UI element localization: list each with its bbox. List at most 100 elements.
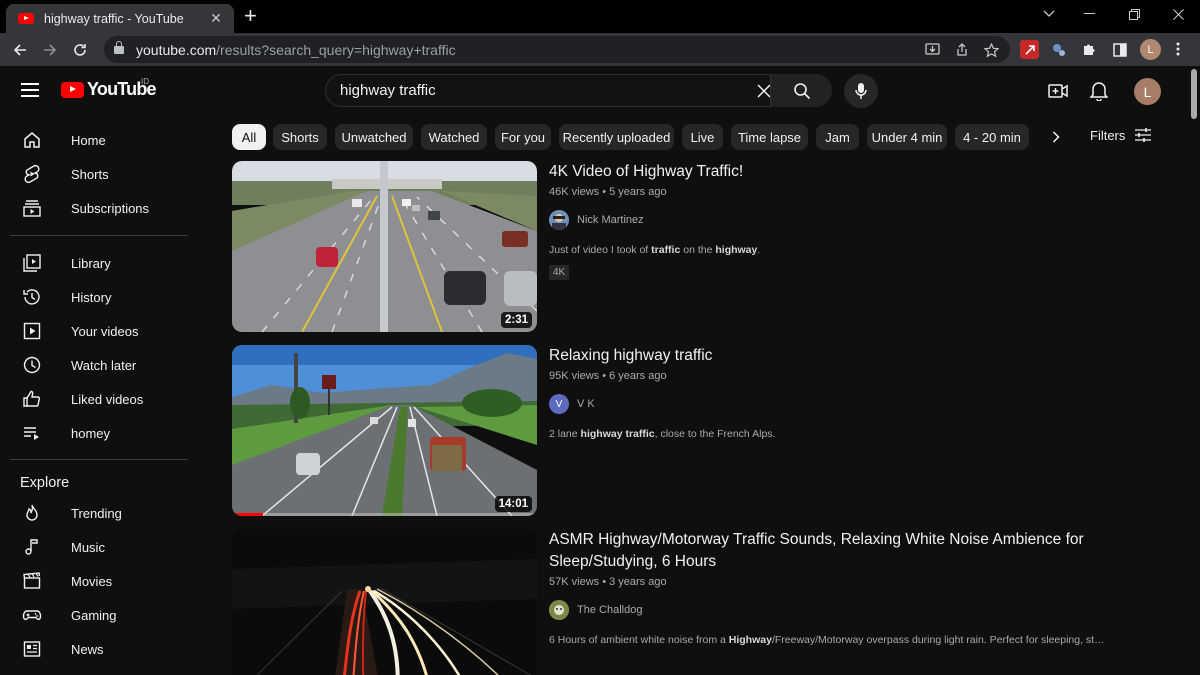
chip-live[interactable]: Live [682, 124, 723, 150]
forward-button[interactable] [38, 38, 62, 62]
channel-name[interactable]: V K [577, 398, 595, 410]
browser-tab[interactable]: highway traffic - YouTube ✕ [6, 4, 234, 33]
create-button[interactable] [1046, 79, 1070, 103]
tab-title: highway traffic - YouTube [44, 11, 184, 26]
page-scrollbar[interactable] [1188, 66, 1200, 675]
browser-toolbar: youtube.com/results?search_query=highway… [0, 33, 1200, 66]
channel-row[interactable]: V V K [549, 394, 1109, 414]
video-meta: 95K views • 6 years ago [549, 370, 667, 382]
channel-name[interactable]: The Challdog [577, 604, 642, 616]
tab-search-button[interactable] [1027, 0, 1071, 28]
new-tab-button[interactable]: + [244, 4, 257, 28]
channel-avatar[interactable] [549, 600, 569, 620]
sidebar-divider [10, 459, 188, 460]
account-avatar[interactable]: L [1134, 78, 1161, 105]
side-panel-icon[interactable] [1110, 40, 1129, 59]
your-videos-icon [20, 319, 44, 343]
scrollbar-thumb[interactable] [1191, 69, 1197, 119]
video-title[interactable]: ASMR Highway/Motorway Traffic Sounds, Re… [549, 529, 1109, 573]
channel-row[interactable]: Nick Martinez [549, 210, 1109, 230]
youtube-logo[interactable]: YouTube ID [61, 77, 157, 100]
video-duration: 14:01 [494, 496, 532, 512]
sidebar-item-home[interactable]: Home [10, 123, 190, 157]
sidebar-item-subscriptions[interactable]: Subscriptions [10, 191, 190, 225]
sidebar-item-news[interactable]: News [10, 632, 190, 666]
video-duration: 2:31 [500, 312, 532, 328]
video-thumbnail[interactable]: 14:01 [232, 345, 537, 516]
minimize-icon [1083, 13, 1095, 14]
video-camera-plus-icon [1048, 84, 1068, 98]
sidebar-item-music[interactable]: Music [10, 530, 190, 564]
chip-jam[interactable]: Jam [816, 124, 859, 150]
sidebar-item-gaming[interactable]: Gaming [10, 598, 190, 632]
channel-row[interactable]: The Challdog [549, 600, 1109, 620]
browser-profile-avatar[interactable]: L [1140, 39, 1161, 60]
sidebar-item-watch-later[interactable]: Watch later [10, 348, 190, 382]
video-title[interactable]: 4K Video of Highway Traffic! [549, 161, 1109, 183]
chips-next-button[interactable] [1046, 127, 1066, 147]
search-input[interactable] [326, 75, 766, 106]
explore-heading: Explore [20, 475, 70, 491]
video-description: 2 lane highway traffic, close to the Fre… [549, 428, 776, 440]
sidebar-item-library[interactable]: Library [10, 246, 190, 280]
video-thumbnail[interactable]: 2:31 [232, 161, 537, 332]
chevron-right-icon [1052, 131, 1060, 143]
arrow-right-icon [44, 44, 57, 56]
country-code: ID [141, 77, 149, 86]
bookmark-star-icon[interactable] [981, 40, 1001, 60]
extension-globe-icon[interactable] [1049, 40, 1068, 59]
extension-red-icon[interactable] [1020, 40, 1039, 59]
sidebar-item-trending[interactable]: Trending [10, 496, 190, 530]
sidebar-item-movies[interactable]: Movies [10, 564, 190, 598]
channel-name[interactable]: Nick Martinez [577, 214, 644, 226]
lock-icon [114, 40, 124, 54]
video-thumbnail[interactable] [232, 529, 537, 675]
close-window-button[interactable] [1156, 0, 1200, 28]
sidebar-item-playlist-homey[interactable]: homey [10, 416, 190, 450]
restore-button[interactable] [1112, 0, 1156, 28]
newspaper-icon [20, 637, 44, 661]
extensions-puzzle-icon[interactable] [1080, 40, 1099, 59]
video-meta: 46K views • 5 years ago [549, 186, 667, 198]
youtube-favicon-icon [18, 13, 34, 24]
chip-under-4-min[interactable]: Under 4 min [867, 124, 947, 150]
address-bar[interactable]: youtube.com/results?search_query=highway… [104, 36, 1010, 63]
chip-time-lapse[interactable]: Time lapse [731, 124, 808, 150]
share-icon[interactable] [952, 40, 972, 60]
shorts-icon [20, 162, 44, 186]
chip-all[interactable]: All [232, 124, 266, 150]
close-icon [757, 84, 771, 98]
sidebar-item-your-videos[interactable]: Your videos [10, 314, 190, 348]
minimize-button[interactable] [1067, 0, 1111, 28]
sidebar-item-shorts[interactable]: Shorts [10, 157, 190, 191]
music-note-icon [20, 535, 44, 559]
voice-search-button[interactable] [844, 74, 878, 108]
video-title[interactable]: Relaxing highway traffic [549, 345, 1109, 367]
back-button[interactable] [8, 38, 32, 62]
chip-4-20-min[interactable]: 4 - 20 min [955, 124, 1029, 150]
channel-avatar[interactable]: V [549, 394, 569, 414]
filters-label: Filters [1090, 127, 1126, 143]
filters-button[interactable]: Filters [1090, 127, 1152, 143]
tab-close-button[interactable]: ✕ [208, 10, 224, 27]
kebab-menu-icon [1176, 42, 1180, 56]
search-button[interactable] [770, 74, 832, 107]
chip-for-you[interactable]: For you [495, 124, 551, 150]
restore-icon [1128, 8, 1140, 20]
guide-menu-button[interactable] [21, 83, 39, 97]
sidebar-item-liked-videos[interactable]: Liked videos [10, 382, 190, 416]
browser-menu-button[interactable] [1176, 42, 1180, 56]
filter-sliders-icon [1135, 128, 1152, 142]
chip-watched[interactable]: Watched [421, 124, 487, 150]
reload-button[interactable] [68, 38, 92, 62]
sidebar-item-history[interactable]: History [10, 280, 190, 314]
notifications-button[interactable] [1087, 79, 1111, 103]
chip-unwatched[interactable]: Unwatched [335, 124, 413, 150]
install-app-icon[interactable] [922, 40, 942, 60]
video-description: 6 Hours of ambient white noise from a Hi… [549, 634, 1109, 646]
chip-recently-uploaded[interactable]: Recently uploaded [559, 124, 674, 150]
channel-avatar[interactable] [549, 210, 569, 230]
subscriptions-icon [20, 196, 44, 220]
chip-shorts[interactable]: Shorts [273, 124, 327, 150]
youtube-masthead: YouTube ID L [0, 66, 1188, 116]
